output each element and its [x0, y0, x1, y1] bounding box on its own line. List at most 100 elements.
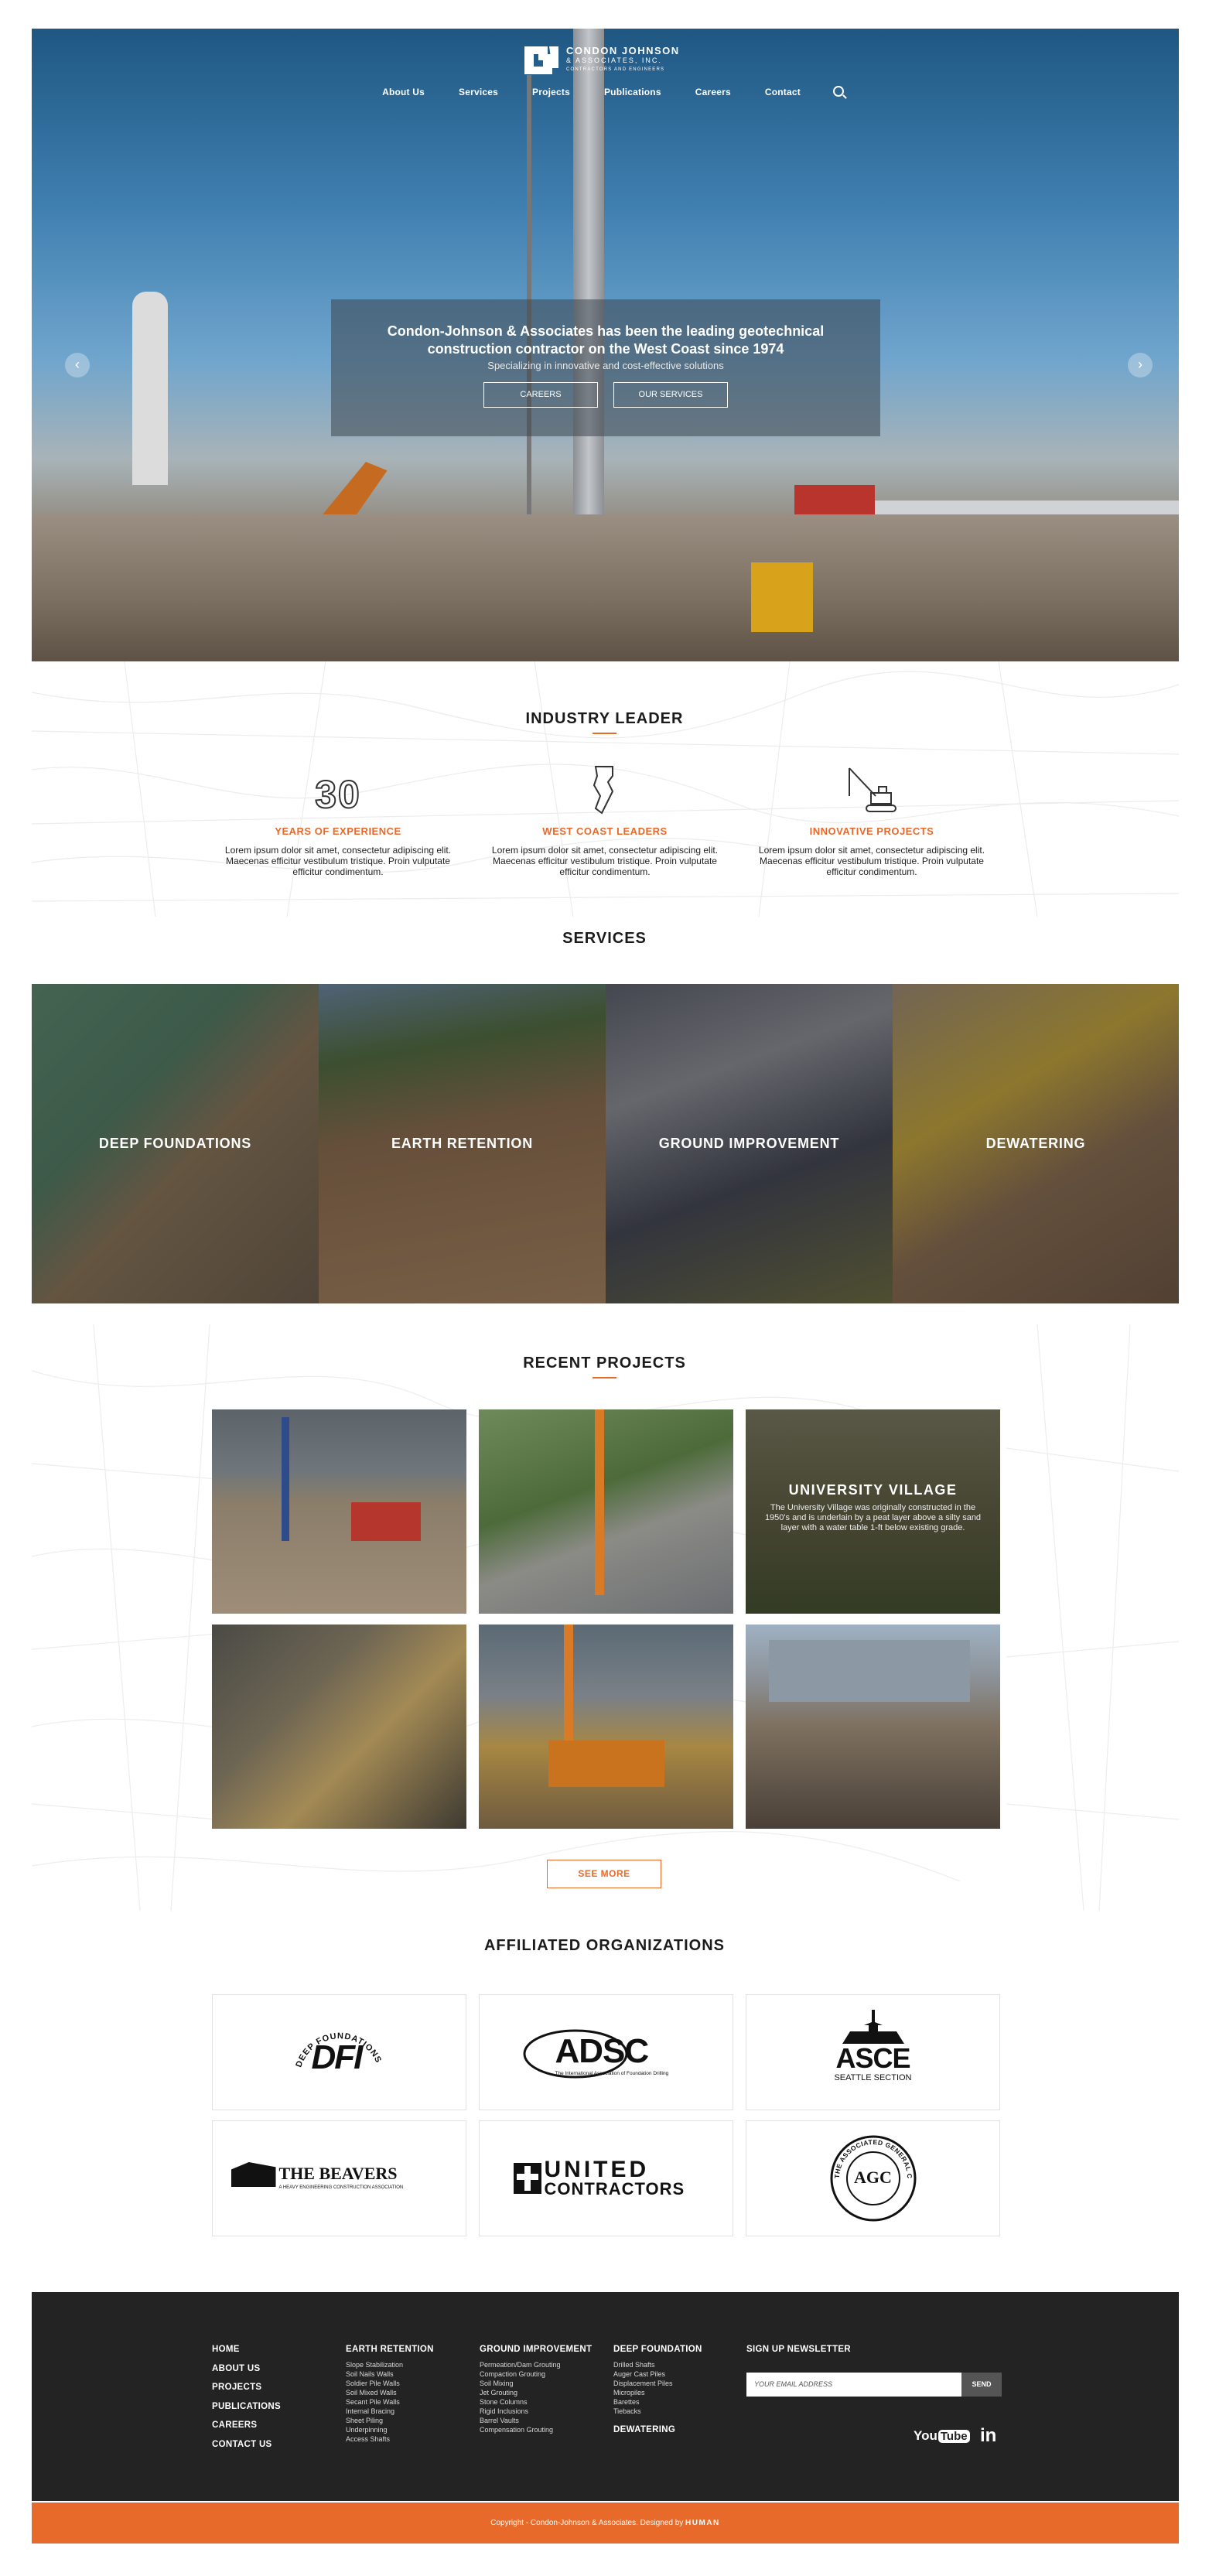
youtube-tube: Tube: [937, 2429, 970, 2443]
hero-caption: Condon-Johnson & Associates has been the…: [331, 299, 880, 436]
footer-heading-ground-improvement[interactable]: GROUND IMPROVEMENT: [480, 2345, 592, 2354]
designer-link[interactable]: HUMAN: [685, 2519, 720, 2527]
slider-prev-icon[interactable]: ‹: [65, 353, 90, 378]
footer-link-publications[interactable]: PUBLICATIONS: [212, 2397, 281, 2417]
united-contractors-logo: UNITED CONTRACTORS: [513, 2157, 699, 2198]
footer-link-careers[interactable]: CAREERS: [212, 2416, 281, 2435]
footer-link[interactable]: Underpinning: [346, 2425, 434, 2434]
org-asce[interactable]: ASCE SEATTLE SECTION: [746, 1994, 1000, 2110]
nav-publications[interactable]: Publications: [587, 87, 678, 97]
footer-link[interactable]: Soil Mixed Walls: [346, 2388, 434, 2397]
footer-link[interactable]: Tiebacks: [613, 2407, 702, 2416]
newsletter-title: SIGN UP NEWSLETTER: [746, 2345, 851, 2354]
our-services-button[interactable]: OUR SERVICES: [613, 382, 728, 408]
hero-yellow-frame: [751, 562, 813, 632]
leader-item-west-coast: WEST COAST LEADERS Lorem ipsum dolor sit…: [481, 762, 729, 877]
footer-link[interactable]: Soil Nails Walls: [346, 2369, 434, 2379]
service-label-ground-improvement: GROUND IMPROVEMENT: [658, 1136, 840, 1151]
services-title: SERVICES: [562, 930, 647, 947]
footer-link[interactable]: Auger Cast Piles: [613, 2369, 702, 2379]
footer-link[interactable]: Displacement Piles: [613, 2379, 702, 2388]
footer-heading-dewatering[interactable]: DEWATERING: [613, 2425, 702, 2434]
footer-link-projects[interactable]: PROJECTS: [212, 2378, 281, 2397]
project-overlay: UNIVERSITY VILLAGE The University Villag…: [746, 1409, 1000, 1614]
org-adsc[interactable]: ADSC The International Association of Fo…: [479, 1994, 733, 2110]
org-united-contractors[interactable]: UNITED CONTRACTORS: [479, 2120, 733, 2236]
newsletter-email-input[interactable]: YOUR EMAIL ADDRESS: [746, 2373, 961, 2397]
leader-text-west-coast: Lorem ipsum dolor sit amet, consectetur …: [491, 845, 719, 877]
united-wordmark: UNITED: [544, 2157, 650, 2182]
footer-link[interactable]: Compensation Grouting: [480, 2425, 592, 2434]
footer-link[interactable]: Barettes: [613, 2397, 702, 2407]
footer-link[interactable]: Rigid Inclusions: [480, 2407, 592, 2416]
recent-projects-title: RECENT PROJECTS: [523, 1355, 686, 1372]
footer-link[interactable]: Sheet Piling: [346, 2416, 434, 2425]
service-label-earth-retention: EARTH RETENTION: [391, 1136, 533, 1151]
hero-ground: [32, 514, 1179, 661]
org-dfi[interactable]: DEEP FOUNDATIONS INSTITUTE DFI: [212, 1994, 466, 2110]
nav-careers[interactable]: Careers: [678, 87, 748, 97]
cja-logo-icon: [523, 43, 560, 77]
project-tile-1[interactable]: [212, 1409, 466, 1614]
search-icon[interactable]: [832, 86, 844, 97]
nav-about-us[interactable]: About Us: [365, 87, 442, 97]
asce-subtitle: SEATTLE SECTION: [834, 2073, 912, 2082]
industry-leader-title: INDUSTRY LEADER: [525, 710, 684, 727]
leader-title-experience: YEARS OF EXPERIENCE: [275, 825, 401, 837]
footer-link[interactable]: Drilled Shafts: [613, 2360, 702, 2369]
dfi-wordmark: DFI: [311, 2038, 364, 2076]
footer-link[interactable]: Jet Grouting: [480, 2388, 592, 2397]
service-dewatering[interactable]: DEWATERING: [893, 984, 1179, 1303]
leader-item-experience: 30 YEARS OF EXPERIENCE Lorem ipsum dolor…: [214, 762, 462, 877]
footer-link[interactable]: Soldier Pile Walls: [346, 2379, 434, 2388]
project-description: The University Village was originally co…: [764, 1503, 982, 1532]
org-beavers[interactable]: THE BEAVERS A HEAVY ENGINEERING CONSTRUC…: [212, 2120, 466, 2236]
see-more-button[interactable]: SEE MORE: [547, 1860, 661, 1888]
service-earth-retention[interactable]: EARTH RETENTION: [319, 984, 606, 1303]
footer-link[interactable]: Barrel Vaults: [480, 2416, 592, 2425]
footer-link[interactable]: Slope Stabilization: [346, 2360, 434, 2369]
asce-logo: ASCE SEATTLE SECTION: [827, 2010, 920, 2095]
slider-next-icon[interactable]: ›: [1128, 353, 1153, 378]
service-ground-improvement[interactable]: GROUND IMPROVEMENT: [606, 984, 893, 1303]
youtube-icon[interactable]: You Tube: [914, 2428, 970, 2444]
project-tile-4[interactable]: [212, 1625, 466, 1829]
brand-logo[interactable]: CONDON JOHNSON & ASSOCIATES, INC. CONTRA…: [523, 43, 680, 77]
linkedin-icon[interactable]: in: [980, 2425, 996, 2447]
hero-subline: Specializing in innovative and cost-effe…: [487, 360, 724, 371]
thirty-number: 30: [314, 772, 361, 817]
footer-heading-deep-foundation[interactable]: DEEP FOUNDATION: [613, 2345, 702, 2354]
footer-newsletter: SIGN UP NEWSLETTER: [746, 2345, 851, 2360]
project-name: UNIVERSITY VILLAGE: [788, 1482, 958, 1498]
footer-link[interactable]: Permeation/Dam Grouting: [480, 2360, 592, 2369]
nav-services[interactable]: Services: [442, 87, 515, 97]
youtube-you: You: [914, 2428, 937, 2443]
west-coast-map-icon: [481, 762, 729, 816]
footer-link[interactable]: Compaction Grouting: [480, 2369, 592, 2379]
brand-line1: CONDON JOHNSON: [566, 45, 680, 56]
title-rule: [593, 1377, 616, 1379]
beavers-logo: THE BEAVERS A HEAVY ENGINEERING CONSTRUC…: [231, 2159, 448, 2198]
nav-contact[interactable]: Contact: [748, 87, 818, 97]
drill-rig-icon: [748, 762, 996, 816]
footer-link[interactable]: Internal Bracing: [346, 2407, 434, 2416]
project-tile-2[interactable]: [479, 1409, 733, 1614]
project-tile-6[interactable]: [746, 1625, 1000, 1829]
project-tile-university-village[interactable]: UNIVERSITY VILLAGE The University Villag…: [746, 1409, 1000, 1614]
project-tile-5[interactable]: [479, 1625, 733, 1829]
footer-link[interactable]: Stone Columns: [480, 2397, 592, 2407]
footer-link-home[interactable]: HOME: [212, 2340, 281, 2359]
service-deep-foundations[interactable]: DEEP FOUNDATIONS: [32, 984, 319, 1303]
nav-projects[interactable]: Projects: [515, 87, 587, 97]
footer-link[interactable]: Soil Mixing: [480, 2379, 592, 2388]
footer-link[interactable]: Micropiles: [613, 2388, 702, 2397]
adsc-wordmark: ADSC: [555, 2032, 650, 2070]
footer-link[interactable]: Secant Pile Walls: [346, 2397, 434, 2407]
footer-link[interactable]: Access Shafts: [346, 2434, 434, 2444]
footer-heading-earth-retention[interactable]: EARTH RETENTION: [346, 2345, 434, 2354]
careers-button[interactable]: CAREERS: [483, 382, 598, 408]
footer-link-about-us[interactable]: ABOUT US: [212, 2359, 281, 2379]
newsletter-send-button[interactable]: SEND: [961, 2373, 1002, 2397]
footer-link-contact-us[interactable]: CONTACT US: [212, 2435, 281, 2455]
org-agc[interactable]: THE ASSOCIATED GENERAL CONTRACTORS OF AM…: [746, 2120, 1000, 2236]
